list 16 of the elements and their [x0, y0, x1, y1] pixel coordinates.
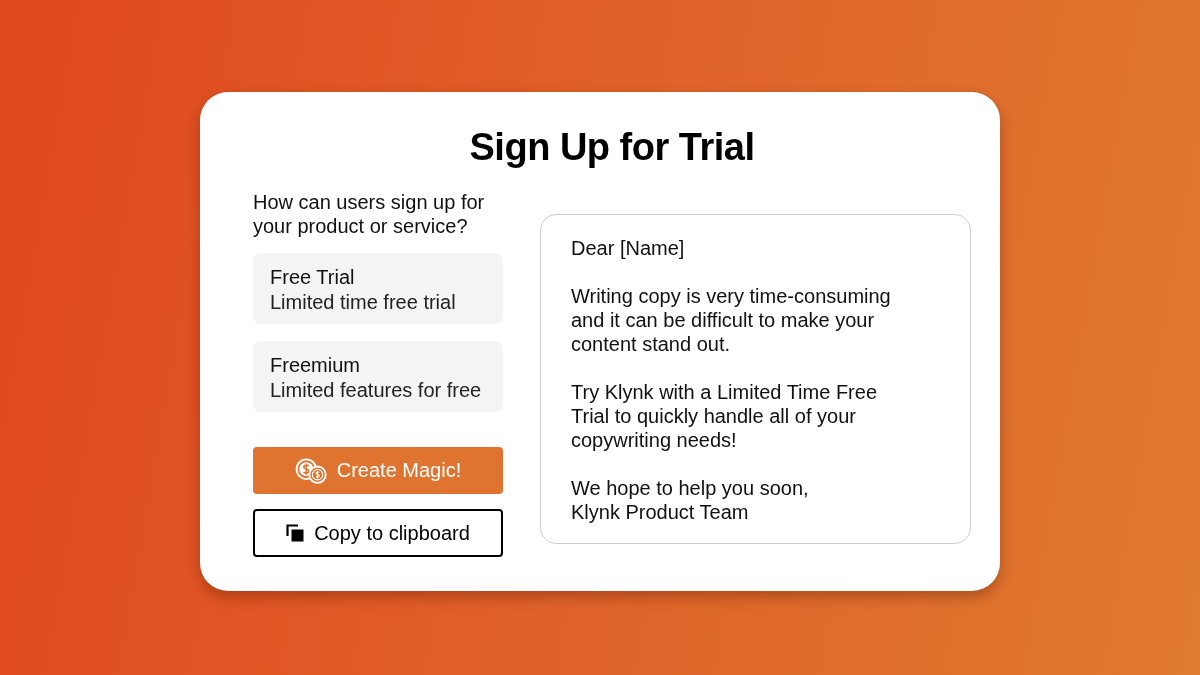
option-card[interactable]: Free Trial Limited time free trial — [253, 253, 503, 324]
option-description: Limited time free trial — [270, 290, 456, 314]
letter-paragraph: Writing copy is very time-consuming and it can be difficult to make your content stand out. — [571, 284, 892, 356]
option-title: Freemium — [270, 353, 360, 378]
option-card[interactable]: Freemium Limited features for free — [253, 341, 503, 412]
letter-text-area[interactable] — [540, 214, 971, 544]
letter-paragraph: Dear [Name] — [571, 236, 686, 260]
option-description: Limited features for free — [270, 378, 482, 402]
copy-button[interactable]: Copy to clipboard — [253, 509, 503, 557]
letter-paragraph: We hope to help you soon, Klynk Product Team — [571, 476, 810, 524]
copy-icon — [286, 524, 305, 542]
card-title: Sign Up for Trial — [468, 125, 756, 170]
question-text: How can users sign up for your product or service? — [253, 190, 486, 238]
letter-paragraph: Try Klynk with a Limited Time Free Trial to quickly handle all of your copywriting needs! — [571, 380, 878, 452]
option-title: Free Trial — [270, 265, 355, 290]
coins-icon — [294, 457, 327, 484]
